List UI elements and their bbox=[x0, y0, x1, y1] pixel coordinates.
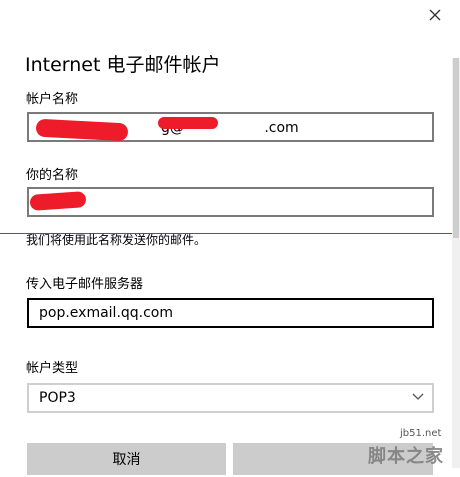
chevron-down-icon bbox=[412, 393, 424, 400]
your-name-hint: 我们将使用此名称发送你的邮件。 bbox=[26, 233, 207, 247]
account-type-value: POP3 bbox=[39, 390, 76, 406]
account-name-label: 帐户名称 bbox=[26, 92, 79, 107]
your-name-label: 你的名称 bbox=[26, 168, 79, 183]
dialog-title: Internet 电子邮件帐户 bbox=[25, 54, 221, 76]
account-type-select[interactable]: POP3 bbox=[27, 383, 434, 413]
incoming-server-label: 传入电子邮件服务器 bbox=[26, 277, 144, 292]
your-name-field[interactable] bbox=[27, 187, 434, 217]
scrollbar-thumb[interactable] bbox=[453, 58, 459, 238]
watermark-name: 脚本之家 bbox=[368, 446, 444, 467]
scrollbar[interactable] bbox=[452, 58, 460, 468]
account-type-label: 帐户类型 bbox=[26, 361, 79, 376]
watermark-site: jb51.net bbox=[400, 428, 442, 439]
close-icon bbox=[429, 9, 441, 21]
redaction-mark bbox=[158, 117, 218, 129]
cancel-button[interactable]: 取消 bbox=[27, 443, 226, 475]
incoming-server-input[interactable] bbox=[27, 298, 434, 328]
close-button[interactable] bbox=[418, 0, 452, 30]
